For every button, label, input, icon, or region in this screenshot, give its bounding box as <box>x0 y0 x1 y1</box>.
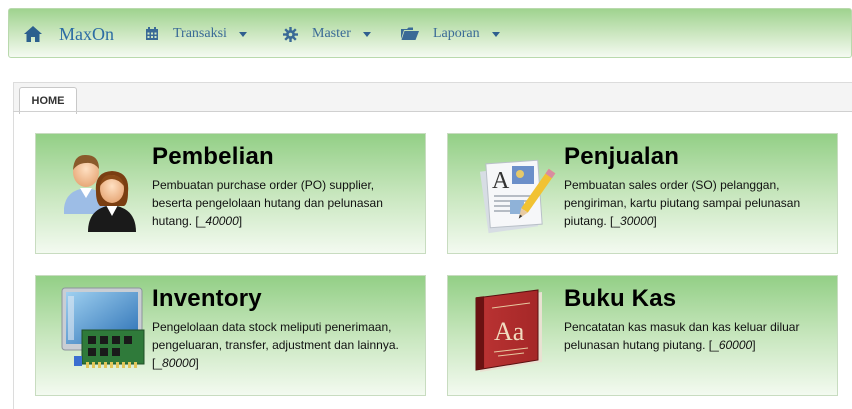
home-icon <box>24 26 42 42</box>
tab-divider <box>13 111 852 112</box>
module-card-penjualan[interactable]: A Penjualan Pembuatan sales order (SO) p… <box>447 133 838 254</box>
card-title: Buku Kas <box>564 285 677 312</box>
brand-home-link[interactable]: MaxOn <box>23 9 114 59</box>
module-card-pembelian[interactable]: Pembelian Pembuatan purchase order (PO) … <box>35 133 426 254</box>
brand-name: MaxOn <box>59 23 114 44</box>
menu-master[interactable]: Master <box>283 9 371 59</box>
card-title: Pembelian <box>152 143 274 170</box>
module-card-buku-kas[interactable]: Aa Buku Kas Pencatatan kas masuk dan kas… <box>447 275 838 396</box>
content-border <box>13 112 14 409</box>
card-description: Pengelolaan data stock meliputi penerima… <box>152 320 399 370</box>
tab-strip: HOME <box>13 82 852 114</box>
dictionary-book-icon: Aa <box>475 289 542 372</box>
svg-text:Aa: Aa <box>494 317 525 346</box>
tab-home[interactable]: HOME <box>19 87 77 114</box>
svg-text:A: A <box>492 168 510 194</box>
module-code: 30000 <box>620 214 654 228</box>
menu-transaksi-label: Transaksi <box>173 26 227 41</box>
module-code: 80000 <box>162 356 196 370</box>
users-icon <box>64 154 136 232</box>
card-title: Inventory <box>152 285 262 312</box>
folder-icon <box>401 27 419 40</box>
menu-transaksi[interactable]: Transaksi <box>145 9 247 59</box>
calendar-icon <box>146 27 158 40</box>
chevron-down-icon <box>238 31 247 37</box>
chevron-down-icon <box>491 31 500 37</box>
module-code: 40000 <box>205 214 239 228</box>
module-code: 60000 <box>718 338 753 352</box>
gear-icon <box>283 26 298 42</box>
menu-laporan-label: Laporan <box>433 26 480 41</box>
menu-master-label: Master <box>312 26 351 41</box>
computer-board-icon <box>61 287 145 368</box>
document-pen-icon: A <box>479 159 556 234</box>
card-title: Penjualan <box>564 143 680 170</box>
card-description: Pembuatan purchase order (PO) supplier, … <box>152 178 383 228</box>
top-navbar: MaxOn Transaksi Master Laporan <box>8 8 852 58</box>
card-description: Pencatatan kas masuk dan kas keluar dilu… <box>564 320 800 352</box>
menu-laporan[interactable]: Laporan <box>401 9 500 59</box>
chevron-down-icon <box>362 31 371 37</box>
card-description: Pembuatan sales order (SO) pelanggan, pe… <box>564 178 801 228</box>
module-card-inventory[interactable]: Inventory Pengelolaan data stock meliput… <box>35 275 426 396</box>
